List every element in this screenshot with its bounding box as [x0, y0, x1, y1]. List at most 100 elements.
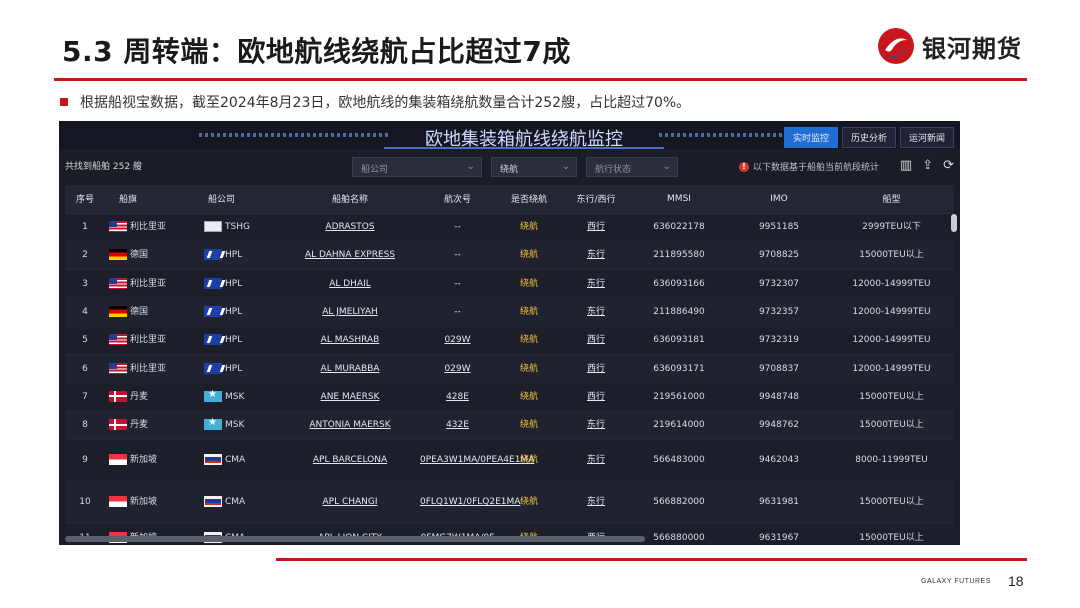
- imo-value: 9948748: [729, 382, 829, 412]
- ship-name-link[interactable]: APL BARCELONA: [313, 455, 387, 465]
- flag-label: 利比里亚: [130, 363, 167, 374]
- app-header: 欧地集装箱航线绕航监控 实时监控 历史分析 运河新闻: [59, 121, 960, 150]
- ship-name-link[interactable]: AL DAHNA EXPRESS: [305, 250, 395, 260]
- flag-cell: 德国: [105, 241, 200, 271]
- footer-brand: GALAXY FUTURES: [921, 578, 991, 585]
- voyage-link[interactable]: 0FLQ1W1/0FLQ2E1MA: [420, 497, 520, 507]
- voyage-cell: --: [420, 213, 495, 242]
- voyage-link[interactable]: 029W: [444, 364, 470, 374]
- tab-canal-news[interactable]: 运河新闻: [899, 127, 954, 148]
- flag-icon: [109, 221, 127, 233]
- data-note-text: 以下数据基于船舶当前航段统计: [753, 163, 880, 173]
- direction-link[interactable]: 西行: [587, 335, 605, 345]
- voyage-link[interactable]: --: [454, 279, 461, 289]
- direction-cell: 西行: [563, 326, 629, 355]
- flag-icon: [109, 390, 127, 402]
- table-row[interactable]: 8 丹麦 MSK ANTONIA MAERSK 432E 绕航 东行 219614000994…: [65, 411, 954, 440]
- ship-type-value: 8000-11999TEU: [829, 439, 954, 482]
- imo-value: 9948762: [729, 411, 829, 440]
- company-cell: HPL: [200, 241, 280, 271]
- voyage-link[interactable]: 432E: [446, 420, 469, 430]
- flag-label: 利比里亚: [130, 278, 167, 289]
- col-header-direction: 东行/西行: [563, 185, 629, 214]
- share-icon[interactable]: ⇪: [922, 157, 933, 173]
- flag-label: 新加坡: [130, 455, 158, 466]
- direction-link[interactable]: 西行: [587, 364, 605, 374]
- flag-cell: 丹麦: [105, 411, 200, 440]
- flag-label: 德国: [130, 307, 149, 318]
- table-row[interactable]: 9 新加坡 CMA APL BARCELONA 0PEA3W1MA/0PEA4E1MA 绕…: [65, 439, 954, 482]
- chevron-down-icon: ⌄: [662, 161, 671, 172]
- table-row[interactable]: 5 利比里亚 HPL AL MASHRAB 029W 绕航 西行 636093181 97323…: [65, 326, 954, 355]
- voyage-link[interactable]: --: [454, 222, 461, 232]
- bullet-point: 根据船视宝数据，截至2024年8月23日，欧地航线的集装箱绕航数量合计252艘，…: [60, 92, 690, 112]
- detour-select[interactable]: 绕航 ⌄: [491, 157, 577, 177]
- table-row[interactable]: 10 新加坡 CMA APL CHANGI 0FLQ1W1/0FLQ2E1MA 绕航 东行 5…: [65, 481, 954, 524]
- map-icon[interactable]: ▥: [900, 157, 912, 173]
- ship-type-value: 12000-14999TEU: [829, 326, 954, 355]
- table-row[interactable]: 6 利比里亚 HPL AL MURABBA 029W 绕航 西行 636093171 97088…: [65, 354, 954, 384]
- ship-name-link[interactable]: AL MURABBA: [321, 364, 380, 374]
- direction-link[interactable]: 东行: [587, 455, 605, 465]
- voyage-cell: 0FLQ1W1/0FLQ2E1MA: [420, 481, 520, 524]
- ship-name-link[interactable]: ANE MAERSK: [321, 392, 380, 402]
- direction-link[interactable]: 东行: [587, 497, 605, 507]
- company-cell: HPL: [200, 269, 280, 299]
- horizontal-scrollbar[interactable]: [65, 536, 645, 542]
- table-row[interactable]: 2 德国 HPL AL DAHNA EXPRESS -- 绕航 东行 211895580 970…: [65, 241, 954, 271]
- flag-cell: 利比里亚: [105, 326, 200, 355]
- status-select[interactable]: 航行状态 ⌄: [586, 157, 678, 177]
- voyage-link[interactable]: 0PEA3W1MA/0PEA4E1MA: [420, 455, 534, 465]
- imo-value: 9631981: [729, 481, 829, 524]
- direction-link[interactable]: 西行: [587, 222, 605, 232]
- direction-cell: 东行: [563, 241, 629, 271]
- voyage-cell: 432E: [420, 411, 495, 440]
- app-tabs: 实时监控 历史分析 运河新闻: [783, 127, 954, 148]
- vertical-scrollbar[interactable]: [951, 214, 957, 232]
- mmsi-value: 566483000: [629, 439, 729, 482]
- table-row[interactable]: 4 德国 HPL AL JMELIYAH -- 绕航 东行 211886490 9732357 1…: [65, 297, 954, 327]
- direction-link[interactable]: 东行: [587, 250, 605, 260]
- ship-name-link[interactable]: ANTONIA MAERSK: [309, 420, 390, 430]
- mmsi-value: 636093166: [629, 269, 729, 299]
- ship-type-value: 15000TEU以上: [829, 382, 954, 412]
- direction-cell: 东行: [563, 481, 629, 524]
- company-select[interactable]: 船公司 ⌄: [352, 157, 482, 177]
- tab-realtime-monitor[interactable]: 实时监控: [783, 127, 838, 148]
- mmsi-value: 566880000: [629, 523, 729, 545]
- ship-type-value: 15000TEU以上: [829, 481, 954, 524]
- row-number: 3: [65, 269, 105, 299]
- flag-cell: 利比里亚: [105, 354, 200, 384]
- direction-link[interactable]: 东行: [587, 279, 605, 289]
- col-header-company: 船公司: [200, 185, 280, 214]
- row-number: 9: [65, 439, 105, 482]
- imo-value: 9708837: [729, 354, 829, 384]
- voyage-link[interactable]: --: [454, 307, 461, 317]
- table-row[interactable]: 1 利比里亚 TSHG ADRASTOS -- 绕航 西行 636022178 9951185 2…: [65, 213, 954, 242]
- ship-name-link[interactable]: AL DHAIL: [329, 279, 371, 289]
- table-row[interactable]: 3 利比里亚 HPL AL DHAIL -- 绕航 东行 636093166 9732307 12…: [65, 269, 954, 299]
- voyage-link[interactable]: 029W: [444, 335, 470, 345]
- voyage-link[interactable]: --: [454, 250, 461, 260]
- flag-icon: [109, 454, 127, 466]
- voyage-link[interactable]: 428E: [446, 392, 469, 402]
- mmsi-value: 219614000: [629, 411, 729, 440]
- row-number: 10: [65, 481, 105, 524]
- ship-name-link[interactable]: APL CHANGI: [322, 497, 377, 507]
- ship-name-link[interactable]: AL MASHRAB: [321, 335, 380, 345]
- direction-link[interactable]: 东行: [587, 420, 605, 430]
- table-row[interactable]: 7 丹麦 MSK ANE MAERSK 428E 绕航 西行 2195610009948748…: [65, 382, 954, 412]
- direction-cell: 东行: [563, 439, 629, 482]
- tab-history-analysis[interactable]: 历史分析: [841, 127, 896, 148]
- ship-type-value: 12000-14999TEU: [829, 297, 954, 327]
- refresh-icon[interactable]: ⟳: [943, 157, 954, 173]
- direction-link[interactable]: 东行: [587, 307, 605, 317]
- logo-text: 银河期货: [922, 34, 1022, 63]
- ship-name-cell: AL JMELIYAH: [280, 297, 420, 327]
- ship-name-link[interactable]: ADRASTOS: [325, 222, 374, 232]
- direction-link[interactable]: 西行: [587, 392, 605, 402]
- galaxy-futures-logo: 银河期货: [876, 26, 1022, 66]
- ship-name-cell: AL DAHNA EXPRESS: [280, 241, 420, 271]
- ship-name-link[interactable]: AL JMELIYAH: [322, 307, 378, 317]
- toolbar-icons: ▥ ⇪ ⟳: [900, 157, 954, 173]
